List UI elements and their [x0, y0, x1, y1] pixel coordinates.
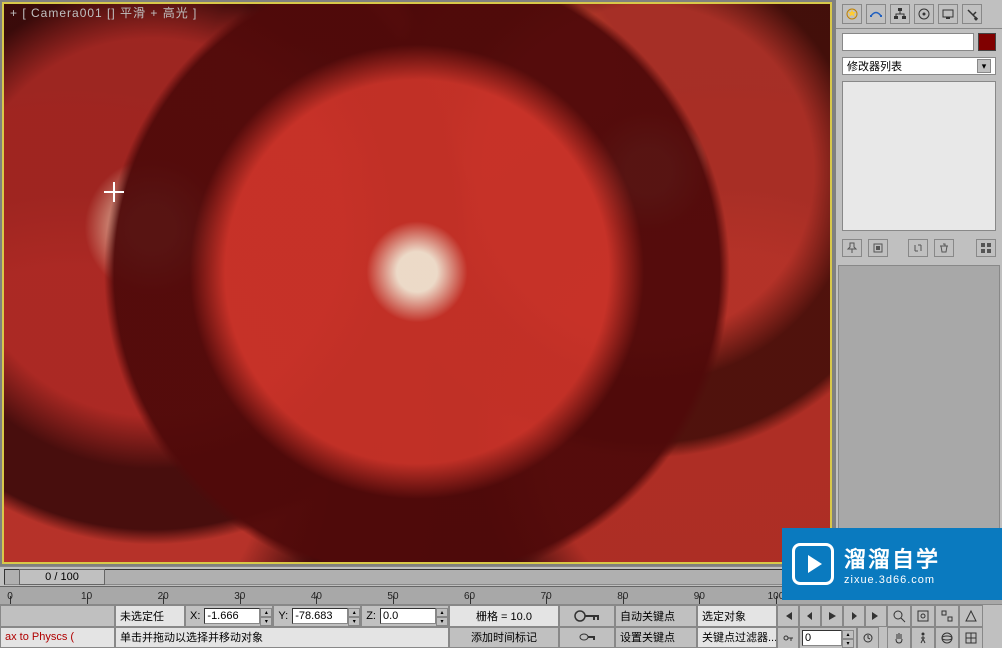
coord-y-input[interactable]	[292, 608, 348, 624]
object-name-row	[836, 29, 1002, 55]
make-unique-button[interactable]	[908, 239, 928, 257]
create-tab[interactable]	[842, 4, 862, 24]
coord-z-cell: Z: ▴▾	[361, 605, 449, 627]
time-config-button[interactable]	[857, 627, 879, 648]
coord-y-label: Y:	[274, 610, 292, 622]
motion-tab[interactable]	[914, 4, 934, 24]
ruler-tick-label: 70	[541, 591, 552, 602]
key-filters-button[interactable]: 关键点过滤器...	[697, 627, 777, 648]
pin-stack-button[interactable]	[842, 239, 862, 257]
add-time-tag-button[interactable]: 添加时间标记	[449, 627, 559, 648]
ruler-tick-label: 20	[158, 591, 169, 602]
zoom-all-button[interactable]	[911, 605, 935, 627]
ruler-tick-label: 60	[464, 591, 475, 602]
watermark-play-icon	[792, 543, 834, 585]
remove-modifier-button[interactable]	[934, 239, 954, 257]
viewport-label[interactable]: + [ Camera001 [] 平滑 + 高光 ]	[10, 4, 197, 21]
command-panel: 修改器列表 ▾	[834, 0, 1002, 566]
zoom-button[interactable]	[887, 605, 911, 627]
ruler-tick-label: 0	[7, 591, 13, 602]
watermark-url: zixue.3d66.com	[844, 574, 940, 586]
watermark-text: 溜溜自学 zixue.3d66.com	[844, 542, 940, 586]
camera-viewport[interactable]	[2, 2, 832, 564]
set-key-large-button[interactable]	[559, 627, 615, 648]
move-cursor-icon	[104, 182, 124, 202]
script-mini-listener[interactable]: ax to Physcs (	[0, 627, 115, 648]
viewport-nav-block	[887, 605, 983, 648]
viewport-area: + [ Camera001 [] 平滑 + 高光 ]	[0, 0, 834, 566]
fov-button[interactable]	[959, 605, 983, 627]
prompt-line: 单击并拖动以选择并移动对象	[115, 627, 449, 648]
next-frame-button[interactable]	[843, 605, 865, 627]
configure-modifier-sets-button[interactable]	[976, 239, 996, 257]
watermark-overlay: 溜溜自学 zixue.3d66.com	[782, 528, 1002, 600]
utilities-tab[interactable]	[962, 4, 982, 24]
goto-end-button[interactable]	[865, 605, 887, 627]
modify-tab[interactable]	[866, 4, 886, 24]
rollout-area	[838, 265, 1000, 564]
current-frame-input[interactable]	[802, 630, 842, 646]
coord-x-cell: X: ▴▾	[185, 605, 273, 627]
play-button[interactable]	[821, 605, 843, 627]
hierarchy-tab[interactable]	[890, 4, 910, 24]
key-mode-toggle[interactable]	[777, 627, 799, 648]
status-bar: ax to Physcs ( 未选定任 X: ▴▾ Y: ▴▾ Z: ▴	[0, 604, 1002, 648]
coord-x-label: X:	[186, 610, 204, 622]
selection-status: 未选定任	[115, 605, 185, 627]
show-end-result-button[interactable]	[868, 239, 888, 257]
viewport-render-apples	[4, 4, 830, 562]
ruler-tick-label: 80	[617, 591, 628, 602]
coord-y-spinner[interactable]: ▴▾	[348, 608, 360, 624]
ruler-tick-label: 10	[81, 591, 92, 602]
script-mini-listener-top[interactable]	[0, 605, 115, 627]
display-tab[interactable]	[938, 4, 958, 24]
current-frame-spinner[interactable]: ▴▾	[842, 630, 854, 646]
key-options-block: 自动关键点 设置关键点	[615, 605, 697, 648]
modifier-list-row: 修改器列表 ▾	[836, 55, 1002, 77]
main-row: + [ Camera001 [] 平滑 + 高光 ]	[0, 0, 1002, 566]
transport-controls: ▴▾	[777, 605, 887, 648]
orbit-button[interactable]	[935, 627, 959, 648]
ruler-tick-label: 50	[387, 591, 398, 602]
grid-readout: 栅格 = 10.0	[449, 605, 559, 627]
selection-lock-label[interactable]: 选定对象	[697, 605, 777, 627]
command-panel-tabs	[836, 0, 1002, 29]
zoom-extents-button[interactable]	[935, 605, 959, 627]
app-root: + [ Camera001 [] 平滑 + 高光 ]	[0, 0, 1002, 648]
maximize-viewport-button[interactable]	[959, 627, 983, 648]
walk-button[interactable]	[911, 627, 935, 648]
coord-x-spinner[interactable]: ▴▾	[260, 608, 272, 624]
modifier-stack[interactable]	[842, 81, 996, 231]
watermark-brand: 溜溜自学	[844, 542, 940, 574]
coord-x-input[interactable]	[204, 608, 260, 624]
pan-button[interactable]	[887, 627, 911, 648]
object-name-input[interactable]	[842, 33, 974, 51]
goto-start-button[interactable]	[777, 605, 799, 627]
ruler-tick-label: 40	[311, 591, 322, 602]
time-slider-thumb[interactable]: 0 / 100	[19, 569, 105, 585]
set-key-button[interactable]: 设置关键点	[615, 627, 697, 648]
dropdown-arrow-icon: ▾	[977, 59, 991, 73]
object-color-swatch[interactable]	[978, 33, 996, 51]
selection-lock-block: 选定对象 关键点过滤器...	[697, 605, 777, 648]
coord-z-spinner[interactable]: ▴▾	[436, 608, 448, 624]
time-slider-label: 0 / 100	[45, 571, 79, 583]
auto-key-button[interactable]: 自动关键点	[615, 605, 697, 627]
prev-frame-button[interactable]	[799, 605, 821, 627]
coord-z-input[interactable]	[380, 608, 436, 624]
coord-z-label: Z:	[362, 610, 380, 622]
coordinate-block: 未选定任 X: ▴▾ Y: ▴▾ Z: ▴▾ 单击并拖动以选择	[115, 605, 449, 648]
ruler-tick-label: 90	[694, 591, 705, 602]
modifier-stack-tools	[836, 235, 1002, 261]
coord-y-cell: Y: ▴▾	[273, 605, 361, 627]
modifier-list-dropdown[interactable]: 修改器列表 ▾	[842, 57, 996, 75]
status-left-block: ax to Physcs (	[0, 605, 115, 648]
key-lock-icon[interactable]	[559, 605, 615, 627]
ruler-tick-label: 30	[234, 591, 245, 602]
key-mode-block	[559, 605, 615, 648]
modifier-list-label: 修改器列表	[847, 58, 902, 74]
